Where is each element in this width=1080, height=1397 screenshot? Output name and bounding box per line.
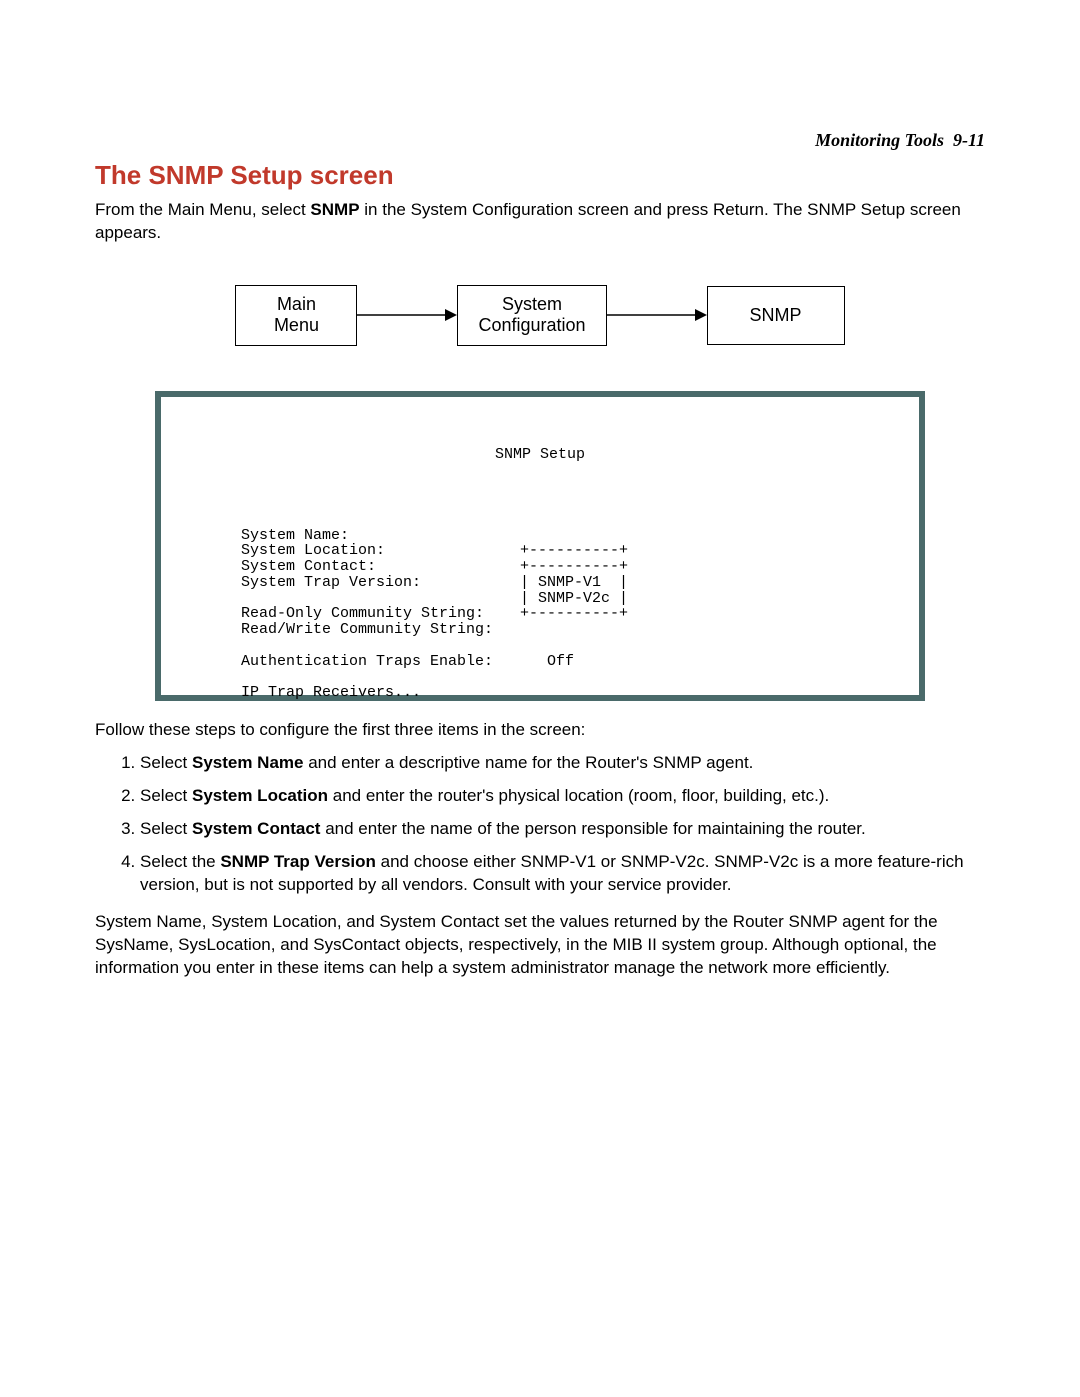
page: Monitoring Tools 9-11 The SNMP Setup scr…: [0, 0, 1080, 1397]
flow-box-system-config: System Configuration: [457, 285, 606, 346]
step-1-pre: Select: [140, 753, 192, 772]
term-line-rw-comm: Read/Write Community String:: [241, 621, 493, 638]
flow-box3-label: SNMP: [750, 305, 802, 325]
terminal-body: System Name: System Location: +---------…: [191, 512, 889, 717]
step-3-pre: Select: [140, 819, 192, 838]
followup-paragraph: Follow these steps to configure the firs…: [95, 719, 985, 742]
flow-box1-line1: Main: [256, 294, 336, 316]
flow-box1-line2: Menu: [256, 315, 336, 337]
intro-paragraph: From the Main Menu, select SNMP in the S…: [95, 199, 985, 245]
step-3-post: and enter the name of the person respons…: [320, 819, 865, 838]
step-1-bold: System Name: [192, 753, 304, 772]
step-2-bold: System Location: [192, 786, 328, 805]
term-line-sys-loc: System Location: +----------+: [241, 542, 628, 559]
running-head-page: 9-11: [953, 130, 985, 150]
step-2-pre: Select: [140, 786, 192, 805]
step-4-bold: SNMP Trap Version: [220, 852, 376, 871]
term-line-auth-traps: Authentication Traps Enable: Off: [241, 653, 574, 670]
closing-paragraph: System Name, System Location, and System…: [95, 911, 985, 980]
step-3-bold: System Contact: [192, 819, 320, 838]
page-title: The SNMP Setup screen: [95, 160, 985, 191]
flow-box-snmp: SNMP: [707, 286, 845, 346]
term-line-sys-name: System Name:: [241, 527, 349, 544]
term-line-trap-v2: | SNMP-V2c |: [241, 590, 628, 607]
flow-box-main-menu: Main Menu: [235, 285, 357, 346]
nav-flow-diagram: Main Menu System Configuration SNMP: [95, 285, 985, 346]
terminal-screenshot: SNMP Setup System Name: System Location:…: [155, 391, 925, 701]
step-3: Select System Contact and enter the name…: [140, 818, 985, 841]
step-1: Select System Name and enter a descripti…: [140, 752, 985, 775]
step-2: Select System Location and enter the rou…: [140, 785, 985, 808]
term-line-sys-trap: System Trap Version: | SNMP-V1 |: [241, 574, 628, 591]
running-head-label: Monitoring Tools: [815, 130, 944, 150]
terminal-title: SNMP Setup: [191, 447, 889, 463]
term-line-ro-comm: Read-Only Community String: +----------+: [241, 605, 628, 622]
flow-box2-line2: Configuration: [478, 315, 585, 337]
running-head: Monitoring Tools 9-11: [815, 130, 985, 151]
term-line-sys-contact: System Contact: +----------+: [241, 558, 628, 575]
term-line-ip-trap: IP Trap Receivers...: [241, 684, 421, 701]
step-4-pre: Select the: [140, 852, 220, 871]
step-4: Select the SNMP Trap Version and choose …: [140, 851, 985, 897]
arrow-icon: [357, 305, 457, 325]
step-1-post: and enter a descriptive name for the Rou…: [304, 753, 754, 772]
arrow-icon: [607, 305, 707, 325]
intro-pre: From the Main Menu, select: [95, 200, 310, 219]
steps-list: Select System Name and enter a descripti…: [95, 752, 985, 897]
intro-bold: SNMP: [310, 200, 359, 219]
step-2-post: and enter the router's physical location…: [328, 786, 829, 805]
flow-box2-line1: System: [478, 294, 585, 316]
